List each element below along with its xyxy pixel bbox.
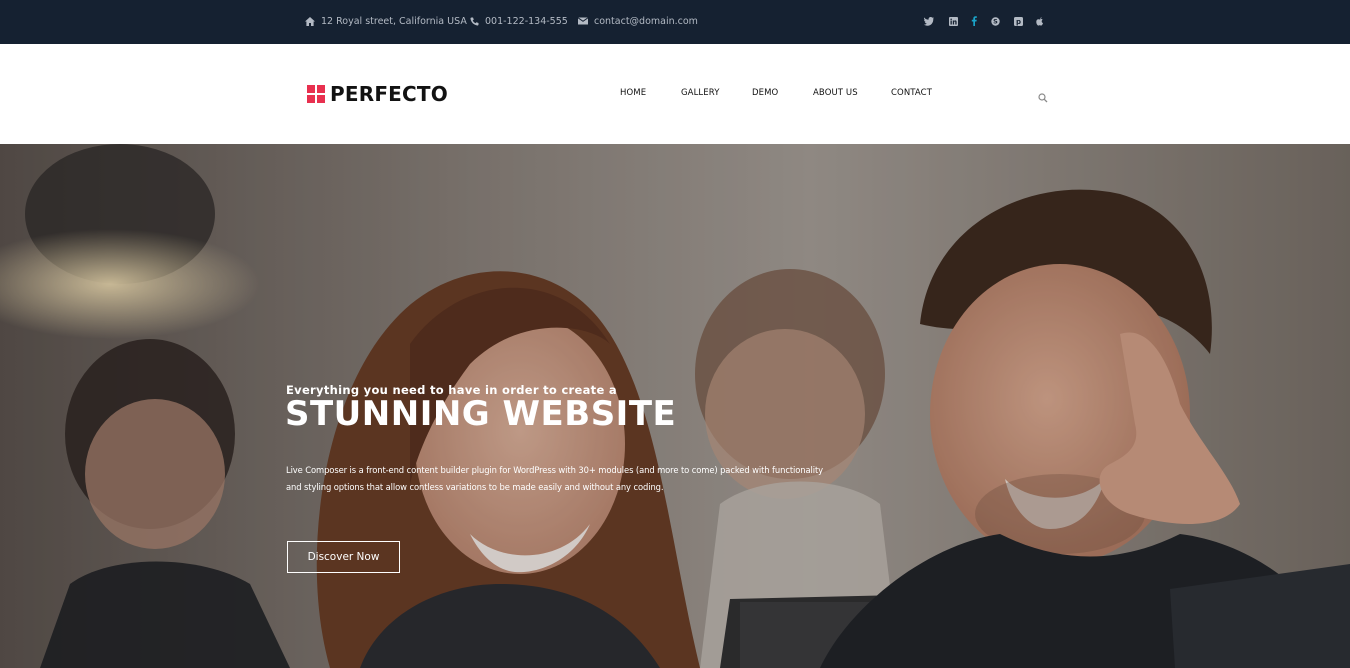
top-bar: 12 Royal street, California USA 001-122-… — [0, 0, 1350, 44]
pinterest-icon[interactable]: p — [1012, 14, 1024, 28]
logo-text: PERFECTO — [330, 82, 448, 106]
linkedin-icon[interactable] — [947, 14, 959, 28]
main-header: PERFECTO HOME GALLERY DEMO ABOUT US CONT… — [0, 44, 1350, 144]
apple-icon[interactable] — [1034, 14, 1046, 28]
social-links: S p — [0, 14, 1350, 28]
svg-text:S: S — [993, 17, 998, 25]
svg-text:p: p — [1015, 18, 1020, 26]
facebook-icon[interactable] — [968, 14, 980, 28]
search-icon[interactable] — [1038, 88, 1050, 103]
hero-description: Live Composer is a front-end content bui… — [286, 465, 823, 492]
nav-home[interactable]: HOME — [620, 88, 646, 100]
nav-about-us[interactable]: ABOUT US — [813, 88, 858, 100]
logo-mark-icon — [307, 85, 325, 103]
skype-icon[interactable]: S — [989, 14, 1001, 28]
nav-demo[interactable]: DEMO — [752, 88, 778, 100]
nav-gallery[interactable]: GALLERY — [681, 88, 720, 100]
nav-contact[interactable]: CONTACT — [891, 88, 932, 100]
hero-title: STUNNING WEBSITE — [285, 394, 677, 434]
discover-now-button[interactable]: Discover Now — [287, 541, 400, 573]
site-logo[interactable]: PERFECTO — [307, 82, 448, 106]
hero-section: Everything you need to have in order to … — [0, 144, 1350, 668]
twitter-icon[interactable] — [923, 14, 935, 28]
